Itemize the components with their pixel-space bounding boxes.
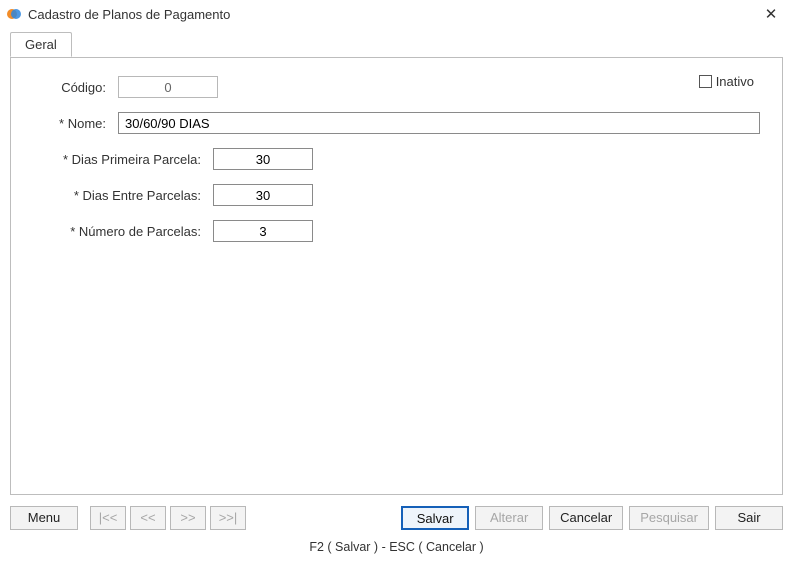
app-icon: [6, 6, 22, 22]
nome-label: * Nome:: [33, 116, 118, 131]
row-dias-primeira: * Dias Primeira Parcela:: [33, 148, 760, 170]
nav-first-button[interactable]: |<<: [90, 506, 126, 530]
close-icon[interactable]: ✕: [759, 2, 783, 26]
form-panel: Inativo Código: * Nome: * Dias Primeira …: [10, 57, 783, 495]
pesquisar-button: Pesquisar: [629, 506, 709, 530]
numero-parcelas-input[interactable]: [213, 220, 313, 242]
dias-entre-label: * Dias Entre Parcelas:: [33, 188, 213, 203]
tab-geral[interactable]: Geral: [10, 32, 72, 57]
row-numero-parcelas: * Número de Parcelas:: [33, 220, 760, 242]
window-title: Cadastro de Planos de Pagamento: [28, 7, 759, 22]
menu-button[interactable]: Menu: [10, 506, 78, 530]
nav-next-button[interactable]: >>: [170, 506, 206, 530]
nome-input[interactable]: [118, 112, 760, 134]
row-codigo: Código:: [33, 76, 760, 98]
inativo-label: Inativo: [716, 74, 754, 89]
salvar-button[interactable]: Salvar: [401, 506, 469, 530]
tab-bar: Geral: [10, 32, 783, 58]
inativo-checkbox-wrap[interactable]: Inativo: [699, 74, 754, 89]
nav-group: |<< << >> >>|: [90, 506, 246, 530]
dias-primeira-input[interactable]: [213, 148, 313, 170]
inativo-checkbox[interactable]: [699, 75, 712, 88]
codigo-input: [118, 76, 218, 98]
dias-primeira-label: * Dias Primeira Parcela:: [33, 152, 213, 167]
dias-entre-input[interactable]: [213, 184, 313, 206]
button-bar: Menu |<< << >> >>| Salvar Alterar Cancel…: [0, 496, 793, 536]
numero-parcelas-label: * Número de Parcelas:: [33, 224, 213, 239]
nav-last-button[interactable]: >>|: [210, 506, 246, 530]
row-dias-entre: * Dias Entre Parcelas:: [33, 184, 760, 206]
status-bar: F2 ( Salvar ) - ESC ( Cancelar ): [0, 536, 793, 560]
cancelar-button[interactable]: Cancelar: [549, 506, 623, 530]
sair-button[interactable]: Sair: [715, 506, 783, 530]
row-nome: * Nome:: [33, 112, 760, 134]
nav-prev-button[interactable]: <<: [130, 506, 166, 530]
codigo-label: Código:: [33, 80, 118, 95]
alterar-button: Alterar: [475, 506, 543, 530]
title-bar: Cadastro de Planos de Pagamento ✕: [0, 0, 793, 28]
